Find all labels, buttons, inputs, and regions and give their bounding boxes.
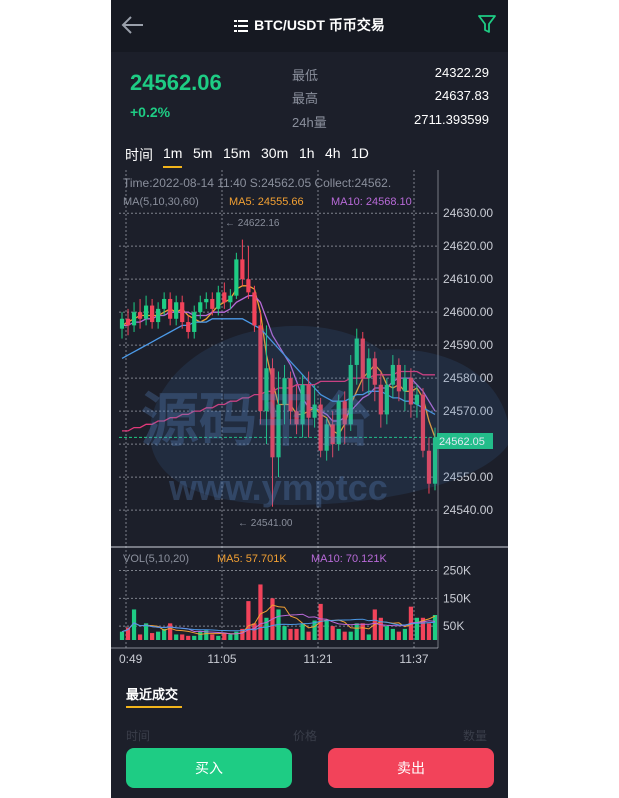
sell-button[interactable]: 卖出 <box>328 748 494 788</box>
buy-button[interactable]: 买入 <box>126 748 292 788</box>
col-amount: 数量 <box>463 729 488 743</box>
recent-trades-underline <box>126 706 182 708</box>
col-price: 价格 <box>293 729 318 743</box>
watermark-url: www.ymptcc <box>168 467 388 508</box>
recent-trades-title[interactable]: 最近成交 <box>126 684 178 703</box>
watermark-logo: 源码平台 www.ymptcc <box>141 325 508 508</box>
col-time: 时间 <box>126 729 151 743</box>
phone-screen: BTC/USDT 币币交易 24562.06 +0.2% 最低 24322.29… <box>111 0 508 798</box>
watermark-text: 源码平台 <box>141 388 373 453</box>
